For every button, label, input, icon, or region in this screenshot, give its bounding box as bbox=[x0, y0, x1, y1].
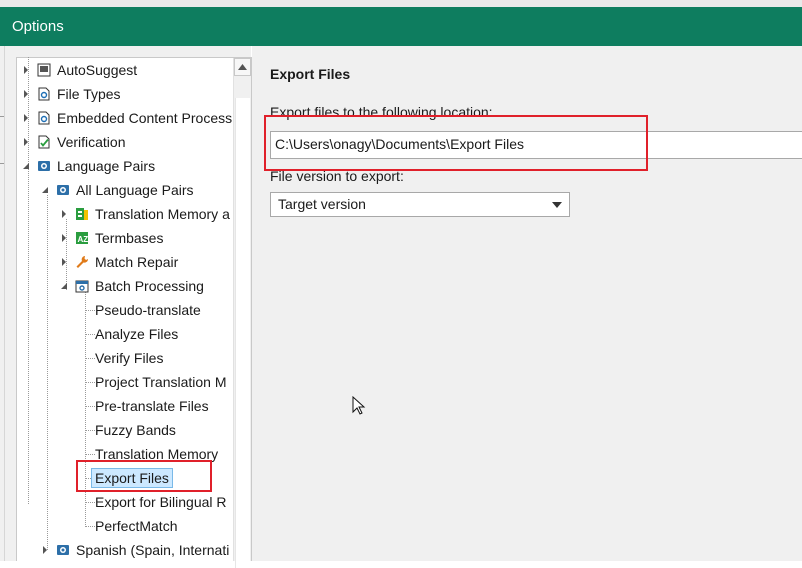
tree-item-batch-processing[interactable]: Batch Processing bbox=[60, 275, 204, 297]
tree-item-label: All Language Pairs bbox=[76, 182, 194, 198]
tree-item-pseudo-translate[interactable]: Pseudo-translate bbox=[95, 299, 201, 321]
tree-item-spanish[interactable]: Spanish (Spain, Internati bbox=[41, 539, 229, 561]
page-title: Export Files bbox=[270, 66, 351, 82]
file-version-select[interactable]: Target version bbox=[270, 192, 570, 217]
chevron-down-icon[interactable] bbox=[22, 162, 30, 170]
tree-item-label: Export for Bilingual R bbox=[95, 494, 227, 510]
tree-item-label: Fuzzy Bands bbox=[95, 422, 176, 438]
tree-item-label: Language Pairs bbox=[57, 158, 156, 174]
chevron-right-icon[interactable] bbox=[22, 138, 30, 146]
translation-memory-icon bbox=[75, 207, 89, 221]
tree-item-label: Analyze Files bbox=[95, 326, 179, 342]
tree-item-file-types[interactable]: File Types bbox=[22, 83, 121, 105]
autosuggest-icon bbox=[37, 63, 51, 77]
tree-item-label: Spanish (Spain, Internati bbox=[76, 542, 230, 558]
chevron-down-icon[interactable] bbox=[41, 186, 49, 194]
tree-item-fuzzy-bands[interactable]: Fuzzy Bands bbox=[95, 419, 176, 441]
tree-item-verification[interactable]: Verification bbox=[22, 131, 125, 153]
tree-item-pre-translate-files[interactable]: Pre-translate Files bbox=[95, 395, 209, 417]
tree-item-label: Termbases bbox=[95, 230, 164, 246]
chevron-right-icon[interactable] bbox=[60, 258, 68, 266]
language-pairs-icon bbox=[56, 183, 70, 197]
tree-item-termbases[interactable]: AZ Termbases bbox=[60, 227, 163, 249]
mouse-cursor-icon bbox=[352, 396, 366, 415]
tree-item-label: AutoSuggest bbox=[57, 62, 138, 78]
tree-item-label: Translation Memory a bbox=[95, 206, 230, 222]
tree-item-label: Match Repair bbox=[95, 254, 179, 270]
chevron-right-icon[interactable] bbox=[60, 234, 68, 242]
chevron-right-icon[interactable] bbox=[22, 66, 30, 74]
window-title: Options bbox=[12, 18, 64, 35]
chevron-right-icon[interactable] bbox=[60, 210, 68, 218]
tree-item-export-for-bilingual-review[interactable]: Export for Bilingual R bbox=[95, 491, 227, 513]
chevron-down-icon[interactable] bbox=[60, 282, 68, 290]
chevron-right-icon[interactable] bbox=[22, 90, 30, 98]
tree-item-label: Embedded Content Process bbox=[57, 110, 233, 126]
language-pairs-icon bbox=[37, 159, 51, 173]
tree-item-perfectmatch[interactable]: PerfectMatch bbox=[95, 515, 177, 537]
chevron-right-icon[interactable] bbox=[22, 114, 30, 122]
chevron-up-icon bbox=[238, 64, 247, 70]
tree-item-embedded-content[interactable]: Embedded Content Process bbox=[22, 107, 232, 129]
embedded-content-icon bbox=[37, 111, 51, 125]
chevron-right-icon[interactable] bbox=[41, 546, 49, 554]
tree-item-label: Verify Files bbox=[95, 350, 164, 366]
tree-item-translation-memory[interactable]: Translation Memory a bbox=[60, 203, 230, 225]
tree-item-verify-files[interactable]: Verify Files bbox=[95, 347, 163, 369]
tree-item-label: Batch Processing bbox=[95, 278, 204, 294]
tree-item-label: Pre-translate Files bbox=[95, 398, 209, 414]
batch-processing-icon bbox=[75, 279, 89, 293]
file-version-value: Target version bbox=[278, 196, 366, 212]
highlight-box-tree bbox=[76, 460, 212, 492]
wrench-icon bbox=[75, 255, 89, 269]
highlight-box-location bbox=[264, 115, 648, 171]
verification-check-icon bbox=[37, 135, 51, 149]
tree-item-match-repair[interactable]: Match Repair bbox=[60, 251, 178, 273]
tree-scrollbar[interactable] bbox=[233, 58, 251, 568]
tree-item-label: PerfectMatch bbox=[95, 518, 178, 534]
tree-item-all-language-pairs[interactable]: All Language Pairs bbox=[41, 179, 194, 201]
tree-item-language-pairs[interactable]: Language Pairs bbox=[22, 155, 155, 177]
tree-item-label: Verification bbox=[57, 134, 126, 150]
tree-item-project-translation-memory[interactable]: Project Translation M bbox=[95, 371, 227, 393]
window-titlebar[interactable]: Options bbox=[0, 0, 802, 46]
svg-text:AZ: AZ bbox=[78, 235, 89, 244]
tree-item-label: Pseudo-translate bbox=[95, 302, 201, 318]
language-pairs-icon bbox=[56, 543, 70, 557]
scroll-thumb[interactable] bbox=[235, 98, 250, 568]
tree-item-label: File Types bbox=[57, 86, 121, 102]
tree-item-autosuggest[interactable]: AutoSuggest bbox=[22, 59, 137, 81]
termbase-icon: AZ bbox=[75, 231, 89, 245]
tree-item-analyze-files[interactable]: Analyze Files bbox=[95, 323, 178, 345]
file-settings-icon bbox=[37, 87, 51, 101]
tree-item-label: Project Translation M bbox=[95, 374, 227, 390]
file-version-label: File version to export: bbox=[270, 168, 404, 184]
scroll-up-button[interactable] bbox=[234, 58, 251, 76]
chevron-down-icon bbox=[552, 202, 562, 208]
